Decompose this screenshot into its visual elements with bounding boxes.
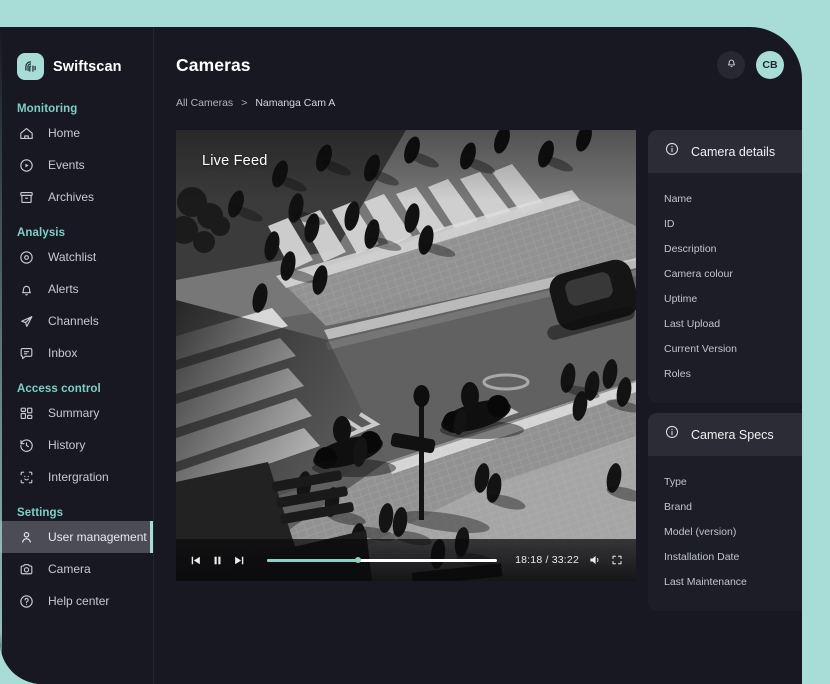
sidebar-nav: Monitoring Home Events Archives Analysis… xyxy=(0,85,153,617)
sidebar-item-history[interactable]: History xyxy=(0,429,153,461)
sidebar-item-inbox[interactable]: Inbox xyxy=(0,337,153,369)
page-title: Cameras xyxy=(176,54,251,75)
progress-bar[interactable] xyxy=(267,557,498,563)
fullscreen-icon[interactable] xyxy=(611,554,623,566)
top-bar-actions: CB xyxy=(717,51,784,79)
sidebar-item-label: Intergration xyxy=(48,470,109,484)
info-icon xyxy=(664,424,680,445)
sidebar-item-intergration[interactable]: Intergration xyxy=(0,461,153,493)
chat-bubble-icon xyxy=(18,345,35,362)
detail-panels: Camera details Name ID Description Camer… xyxy=(648,130,802,611)
main-content: Cameras CB All Cameras > Namanga Cam A L… xyxy=(154,27,802,684)
player-controls: 18:18 / 33:22 xyxy=(176,539,636,581)
panel-body: Type Brand Model (version) Installation … xyxy=(648,456,802,611)
sidebar-item-label: Archives xyxy=(48,190,95,204)
sidebar-item-home[interactable]: Home xyxy=(0,117,153,149)
sidebar-item-archives[interactable]: Archives xyxy=(0,181,153,213)
face-scan-icon xyxy=(18,469,35,486)
sidebar-item-user-management[interactable]: User management xyxy=(0,521,153,553)
panel-header: Camera Specs xyxy=(648,413,802,456)
skip-forward-icon[interactable] xyxy=(233,554,246,567)
sidebar-item-alerts[interactable]: Alerts xyxy=(0,273,153,305)
field-label: Last Maintenance xyxy=(664,576,747,588)
archive-icon xyxy=(18,189,35,206)
sidebar-item-label: Help center xyxy=(48,594,110,608)
timecode: 18:18 / 33:22 xyxy=(515,554,579,566)
field-label: Roles xyxy=(664,368,691,380)
bell-icon xyxy=(725,56,738,74)
sidebar-section-analysis: Analysis xyxy=(17,227,66,239)
eye-icon xyxy=(18,249,35,266)
sidebar-item-label: Events xyxy=(48,158,85,172)
grid-icon xyxy=(18,405,35,422)
notifications-button[interactable] xyxy=(717,51,745,79)
sidebar-item-channels[interactable]: Channels xyxy=(0,305,153,337)
panel-title: Camera Specs xyxy=(691,427,774,442)
sidebar-item-label: Home xyxy=(48,126,81,140)
sidebar-item-label: History xyxy=(48,438,86,452)
sidebar-item-label: User management xyxy=(48,530,147,544)
info-icon xyxy=(664,141,680,162)
user-icon xyxy=(18,529,35,546)
panel-title: Camera details xyxy=(691,144,776,159)
pause-icon[interactable] xyxy=(211,554,224,567)
brand-name: Swiftscan xyxy=(53,58,122,75)
brand-logo[interactable]: Swiftscan xyxy=(0,27,153,85)
field-label: Description xyxy=(664,243,717,255)
breadcrumb-separator: > xyxy=(241,97,248,109)
bell-icon xyxy=(18,281,35,298)
camera-specs-panel: Camera Specs Type Brand Model (version) … xyxy=(648,413,802,611)
panel-header: Camera details xyxy=(648,130,802,173)
play-circle-icon xyxy=(18,157,35,174)
sidebar-section-settings: Settings xyxy=(17,507,64,519)
sidebar-section-monitoring: Monitoring xyxy=(17,103,78,115)
sidebar-section-access-control: Access control xyxy=(17,383,101,395)
avatar[interactable]: CB xyxy=(756,51,784,79)
progress-handle[interactable] xyxy=(354,557,361,563)
sidebar-item-label: Summary xyxy=(48,406,100,420)
field-label: Camera colour xyxy=(664,268,733,280)
send-icon xyxy=(18,313,35,330)
camera-icon xyxy=(18,561,35,578)
breadcrumb-root[interactable]: All Cameras xyxy=(176,97,233,109)
skip-back-icon[interactable] xyxy=(189,554,202,567)
sidebar: Swiftscan Monitoring Home Events Archive… xyxy=(0,27,154,684)
top-bar: Cameras CB xyxy=(154,27,802,103)
live-feed-label: Live Feed xyxy=(202,153,268,169)
panel-body: Name ID Description Camera colour Uptime… xyxy=(648,173,802,403)
sidebar-item-label: Inbox xyxy=(48,346,78,360)
clock-history-icon xyxy=(18,437,35,454)
progress-fill xyxy=(267,558,358,562)
sidebar-item-label: Camera xyxy=(48,562,91,576)
field-label: Brand xyxy=(664,501,693,513)
sidebar-item-camera[interactable]: Camera xyxy=(0,553,153,585)
field-label: ID xyxy=(664,218,675,230)
field-label: Name xyxy=(664,193,693,205)
video-player[interactable]: Live Feed 18:18 / 33:22 xyxy=(176,130,636,581)
fingerprint-icon xyxy=(17,53,44,80)
breadcrumb-current[interactable]: Namanga Cam A xyxy=(255,97,335,109)
app-window: Swiftscan Monitoring Home Events Archive… xyxy=(0,27,802,684)
sidebar-item-label: Channels xyxy=(48,314,99,328)
breadcrumb: All Cameras > Namanga Cam A xyxy=(154,97,802,109)
sidebar-item-label: Watchlist xyxy=(48,250,97,264)
home-icon xyxy=(18,125,35,142)
camera-details-panel: Camera details Name ID Description Camer… xyxy=(648,130,802,403)
sidebar-item-watchlist[interactable]: Watchlist xyxy=(0,241,153,273)
sidebar-item-label: Alerts xyxy=(48,282,79,296)
field-label: Installation Date xyxy=(664,551,740,563)
field-label: Type xyxy=(664,476,687,488)
sidebar-item-summary[interactable]: Summary xyxy=(0,397,153,429)
field-label: Current Version xyxy=(664,343,737,355)
sidebar-item-help-center[interactable]: Help center xyxy=(0,585,153,617)
live-feed-video xyxy=(176,130,636,581)
field-label: Last Upload xyxy=(664,318,721,330)
field-label: Uptime xyxy=(664,293,698,305)
field-label: Model (version) xyxy=(664,526,737,538)
sidebar-item-events[interactable]: Events xyxy=(0,149,153,181)
volume-icon[interactable] xyxy=(588,553,602,567)
content-area: Live Feed 18:18 / 33:22 Camera details N… xyxy=(154,109,802,611)
question-circle-icon xyxy=(18,593,35,610)
